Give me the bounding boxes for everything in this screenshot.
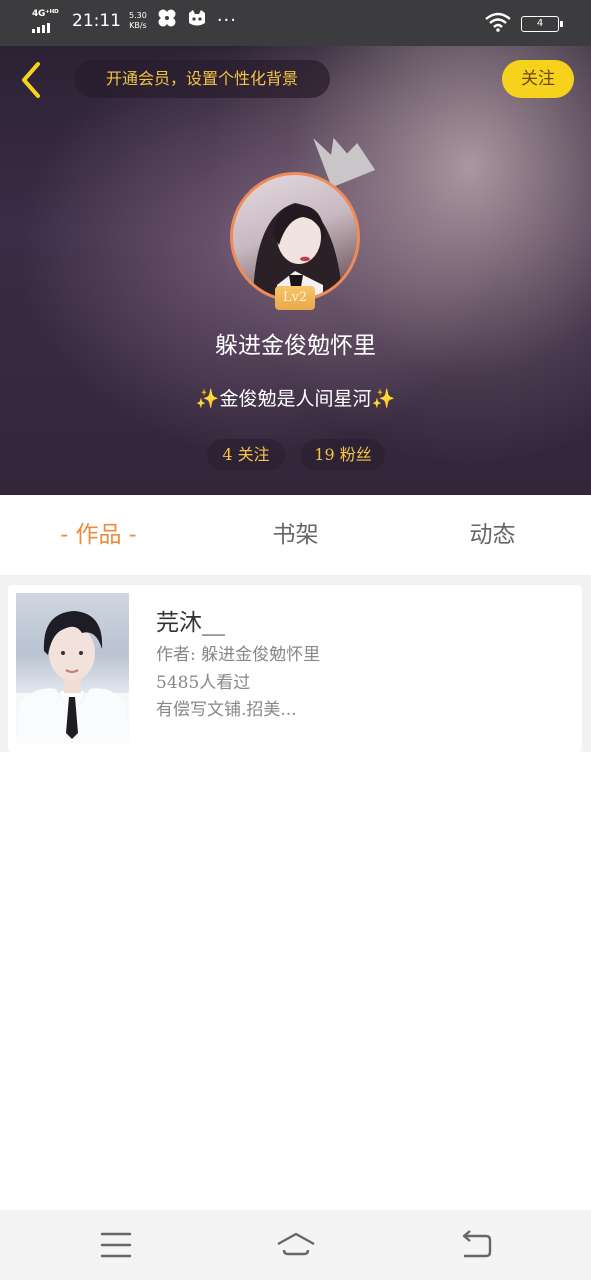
back-nav-button[interactable] [456,1228,496,1262]
work-cover-image[interactable] [16,593,129,744]
back-arrow-icon [462,1230,492,1258]
chevron-left-icon [22,62,40,98]
work-author: 作者: 躲进金俊勉怀里 [156,645,321,665]
sparkle-icon: ✨ [371,388,396,410]
battery-icon: 4 [521,16,563,32]
fans-count[interactable]: 19 粉丝 [301,439,385,471]
status-bar: 4G⁺ᴴᴰ 21:11 5.30 KB/s ··· 4 [0,0,591,46]
sparkle-icon: ✨ [195,388,220,410]
clock: 21:11 [72,10,121,31]
user-signature: ✨金俊勉是人间星河✨ [0,384,591,411]
work-card[interactable]: 芫沐__ 作者: 躲进金俊勉怀里 5485人看过 有偿写文铺.招美... [8,585,582,752]
menu-icon [100,1232,132,1258]
tab-works[interactable]: - 作品 - [0,495,197,575]
work-views: 5485人看过 [156,673,251,693]
tab-moments[interactable]: 动态 [394,495,591,575]
home-icon [277,1232,315,1256]
vip-background-banner[interactable]: 开通会员，设置个性化背景 [74,60,330,98]
user-nickname: 躲进金俊勉怀里 [215,333,376,359]
cat-app-icon [187,9,207,32]
menu-button[interactable] [96,1228,136,1262]
profile-tabs: - 作品 - 书架 动态 [0,495,591,575]
work-description: 有偿写文铺.招美... [156,700,297,720]
network-speed: 5.30 KB/s [129,10,147,30]
profile-header: 开通会员，设置个性化背景 关注 Lv2 躲进金俊勉怀里 ✨金俊勉是人间星河✨ 4… [0,46,591,495]
follow-button[interactable]: 关注 [502,60,574,98]
more-notifications: ··· [216,10,237,31]
signature-text: 金俊勉是人间星河 [219,388,372,410]
system-nav-bar [0,1210,591,1280]
back-button[interactable] [14,58,50,102]
following-count[interactable]: 4 关注 [207,439,285,471]
level-badge: Lv2 [275,286,315,310]
home-button[interactable] [276,1228,316,1262]
network-type: 4G⁺ᴴᴰ [32,8,59,19]
signal-icon: 4G⁺ᴴᴰ [32,9,60,33]
wifi-icon [485,12,511,36]
work-title[interactable]: 芫沐__ [156,603,225,637]
pinwheel-icon [157,8,177,33]
avatar[interactable] [230,172,360,302]
tab-bookshelf[interactable]: 书架 [197,495,394,575]
